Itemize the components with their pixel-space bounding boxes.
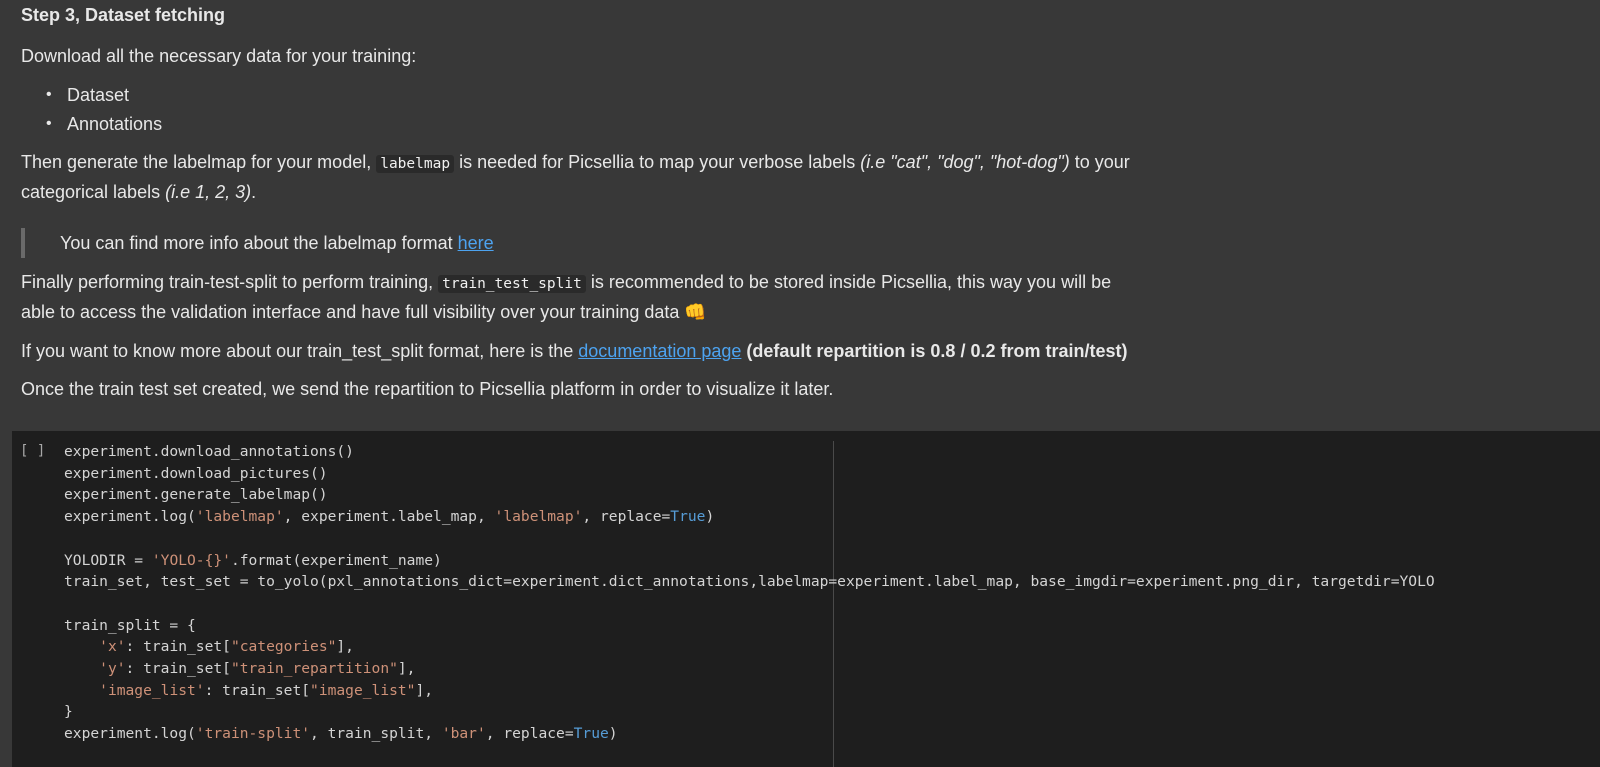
documentation-paragraph: If you want to know more about our train… [21, 336, 1127, 366]
text-span: categorical labels [21, 182, 166, 202]
code-line: experiment.generate_labelmap() [64, 486, 328, 504]
section-heading: Step 3, Dataset fetching [21, 5, 226, 25]
list-item-label: Annotations [67, 114, 163, 134]
markdown-cell[interactable]: Step 3, Dataset fetching Download all th… [0, 0, 1600, 437]
intro-paragraph: Download all the necessary data for your… [21, 46, 417, 66]
code-line: experiment.log('labelmap', experiment.la… [64, 508, 715, 526]
split-paragraph-line2: able to access the validation interface … [21, 302, 707, 322]
list-item: Annotations [46, 109, 163, 139]
split-paragraph: Finally performing train-test-split to p… [21, 267, 1111, 299]
text-span: is needed for Picsellia to map your verb… [454, 152, 861, 172]
italic-span: (i.e "cat", "dog", "hot-dog") [860, 152, 1070, 172]
text-span: to your [1069, 152, 1130, 172]
code-line: YOLODIR = 'YOLO-{}'.format(experiment_na… [64, 551, 442, 569]
code-line: train_set, test_set = to_yolo(pxl_annota… [64, 573, 1435, 591]
labelmap-paragraph-line2: categorical labels (i.e 1, 2, 3). [21, 177, 256, 207]
text-span: Then generate the labelmap for your mode… [21, 152, 377, 172]
text-span: is recommended to be stored inside Picse… [585, 272, 1112, 292]
list-item-label: Dataset [67, 85, 130, 105]
bold-span: (default repartition is 0.8 / 0.2 from t… [741, 341, 1128, 361]
code-line: 'y': train_set["train_repartition"], [99, 660, 416, 678]
list-item: Dataset [46, 80, 130, 110]
quote-text: You can find more info about the labelma… [60, 233, 458, 253]
code-line: train_split = { [64, 616, 196, 634]
text-span: Finally performing train-test-split to p… [21, 272, 439, 292]
text-span: . [251, 182, 257, 202]
code-cell[interactable]: [ ] experiment.download_annotations() exp… [12, 431, 1600, 767]
labelmap-format-link[interactable]: here [458, 233, 494, 253]
documentation-page-link[interactable]: documentation page [578, 341, 741, 361]
code-line: 'x': train_set["categories"], [99, 638, 354, 656]
code-line: 'image_list': train_set["image_list"], [99, 681, 434, 699]
blockquote: You can find more info about the labelma… [21, 228, 494, 258]
code-editor[interactable]: experiment.download_annotations()experim… [64, 441, 1435, 745]
labelmap-paragraph: Then generate the labelmap for your mode… [21, 147, 1130, 179]
code-line: experiment.download_annotations() [64, 443, 354, 460]
code-line: experiment.download_pictures() [64, 464, 328, 482]
run-cell-button[interactable]: [ ] [20, 443, 45, 459]
text-span: If you want to know more about our train… [21, 341, 579, 361]
final-paragraph: Once the train test set created, we send… [21, 379, 834, 399]
inline-code-labelmap: labelmap [376, 155, 455, 173]
code-line: experiment.log('train-split', train_spli… [64, 725, 618, 743]
inline-code-train-test-split: train_test_split [438, 275, 586, 293]
code-line: } [64, 703, 73, 721]
italic-span: (i.e 1, 2, 3) [165, 182, 252, 202]
